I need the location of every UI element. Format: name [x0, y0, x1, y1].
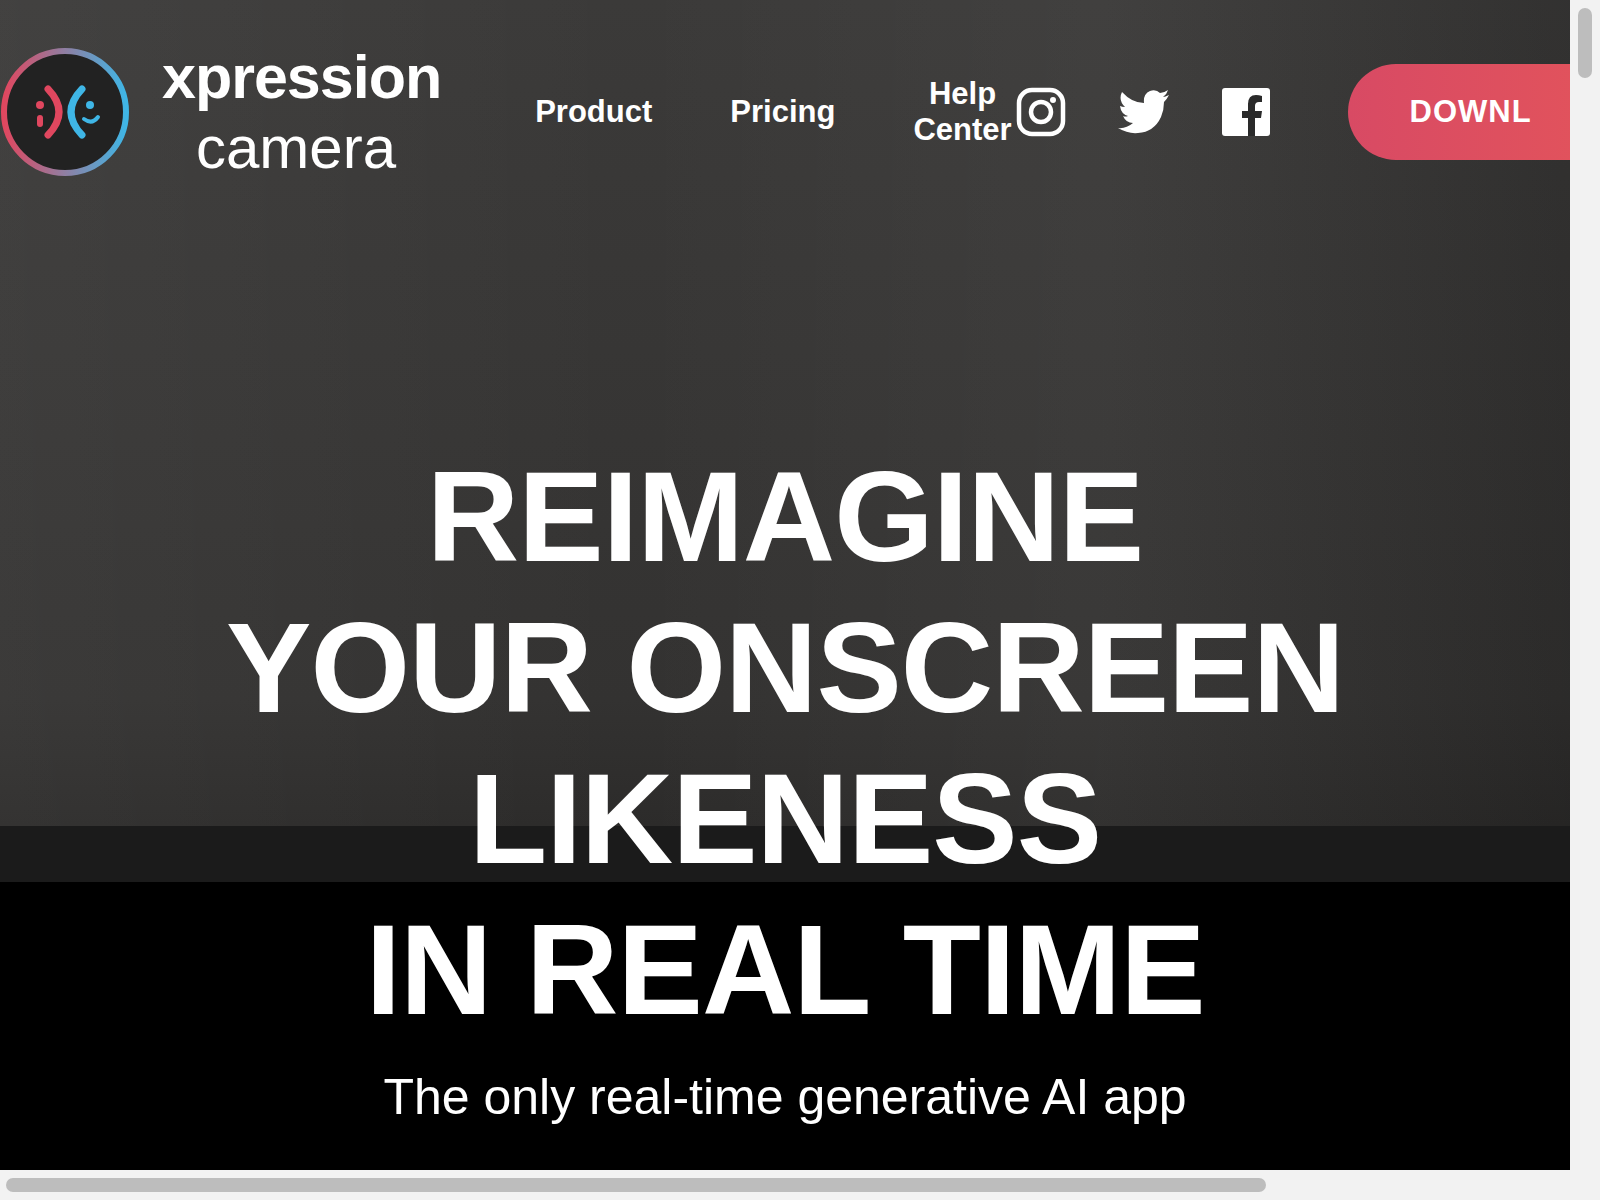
logo-line[interactable]: xpression: [162, 41, 441, 113]
logo-icon[interactable]: [0, 47, 130, 177]
nav-link[interactable]: Pricing: [730, 94, 835, 130]
main-nav: Product Pricing Help Center DOWNL: [535, 64, 1570, 160]
download-button[interactable]: DOWNL: [1348, 64, 1570, 160]
download-label[interactable]: DOWNL: [1410, 94, 1532, 130]
instagram-icon[interactable]: [1016, 87, 1066, 137]
logo-line[interactable]: camera: [196, 113, 441, 183]
hero-subtitle: The only real-time generative AI app: [383, 1067, 1186, 1127]
scrollbar-thumb[interactable]: [6, 1178, 1266, 1192]
hero-headline: IN REAL TIME: [366, 894, 1205, 1045]
twitter-icon[interactable]: [1118, 90, 1170, 134]
page-content: xpressioncamera Product Pricing Help Center…: [0, 0, 1570, 1127]
facebook-icon[interactable]: [1222, 88, 1270, 136]
scrollbar-thumb[interactable]: [1578, 8, 1592, 78]
nav-link[interactable]: Product: [535, 94, 652, 130]
vertical-scrollbar[interactable]: [1570, 0, 1600, 1200]
page: xpressioncamera Product Pricing Help Center…: [0, 0, 1570, 1200]
page-viewport: xpressioncamera Product Pricing Help Center…: [0, 0, 1570, 1170]
hero-headline: REIMAGINE: [427, 441, 1143, 592]
hero-section: REIMAGINEYOUR ONSCREENLIKENESSIN REAL TI…: [0, 441, 1570, 1127]
logo-text[interactable]: xpressioncamera: [162, 41, 441, 183]
nav-link[interactable]: Help Center: [913, 76, 1011, 148]
site-header: xpressioncameraProductPricingHelp Center…: [0, 0, 1570, 177]
hero-headline: LIKENESS: [469, 743, 1101, 894]
hero-headline: YOUR ONSCREEN: [226, 592, 1344, 743]
horizontal-scrollbar[interactable]: [0, 1170, 1570, 1200]
